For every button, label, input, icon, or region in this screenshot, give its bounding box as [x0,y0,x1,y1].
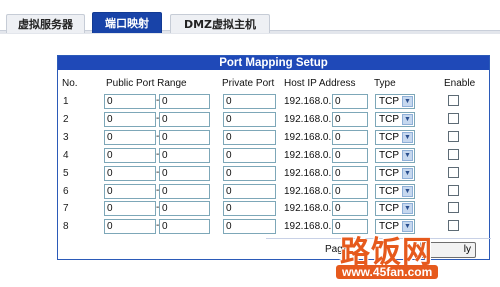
private-port-input[interactable]: 0 [223,111,276,127]
type-select-value: TCP [379,167,399,179]
header-type: Type [374,78,396,89]
type-select-value: TCP [379,203,399,215]
public-port-start-input[interactable]: 0 [104,201,156,217]
tab-dmz-host[interactable]: DMZ虚拟主机 [170,14,270,33]
table-row: 4 0-0 0 192.168.0. 0 TCP ▼ [58,147,489,166]
header-no: No. [62,78,78,89]
host-ip-prefix: 192.168.0. [284,221,332,233]
type-select-value: TCP [379,96,399,107]
host-ip-prefix: 192.168.0. [284,131,332,143]
private-port-input[interactable]: 0 [223,94,276,109]
host-ip-prefix: 192.168.0. [284,149,332,161]
private-port-input[interactable]: 0 [223,219,276,235]
public-port-end-input[interactable]: 0 [159,94,210,109]
header-host-ip: Host IP Address [284,78,356,89]
type-select-value: TCP [379,113,399,125]
table-row: 5 0-0 0 192.168.0. 0 TCP ▼ [58,165,489,184]
chevron-down-icon: ▼ [402,149,413,161]
tab-port-mapping[interactable]: 端口映射 [92,12,162,33]
table-row: 1 0-0 0 192.168.0. 0 TCP ▼ [58,94,489,112]
public-port-end-input[interactable]: 0 [159,219,210,235]
public-port-start-input[interactable]: 0 [104,183,156,199]
public-port-end-input[interactable]: 0 [159,129,210,145]
public-port-start-input[interactable]: 0 [104,111,156,127]
enable-checkbox[interactable] [448,202,459,214]
type-select[interactable]: TCP ▼ [375,183,415,199]
table-row: 6 0-0 0 192.168.0. 0 TCP ▼ [58,183,489,202]
host-ip-prefix: 192.168.0. [284,203,332,215]
chevron-down-icon: ▼ [402,185,413,197]
enable-checkbox[interactable] [448,112,459,124]
private-port-input[interactable]: 0 [223,201,276,217]
header-enable: Enable [444,78,476,89]
watermark-logo: 路饭网 www.45fan.com [330,227,485,285]
type-select[interactable]: TCP ▼ [375,94,415,109]
type-select[interactable]: TCP ▼ [375,129,415,145]
watermark-url: www.45fan.com [336,265,439,279]
public-port-end-input[interactable]: 0 [159,111,210,127]
type-select[interactable]: TCP ▼ [375,201,415,217]
private-port-input[interactable]: 0 [223,129,276,145]
tab-virtual-server[interactable]: 虚拟服务器 [6,14,85,33]
host-ip-last-octet-input[interactable]: 0 [332,147,368,163]
table-row: 7 0-0 0 192.168.0. 0 TCP ▼ [58,201,489,219]
type-select-value: TCP [379,185,399,197]
chevron-down-icon: ▼ [402,203,413,215]
public-port-end-input[interactable]: 0 [159,183,210,199]
row-number: 5 [63,167,69,179]
host-ip-prefix: 192.168.0. [284,96,332,107]
type-select[interactable]: TCP ▼ [375,147,415,163]
tab-bar: 虚拟服务器 端口映射 DMZ虚拟主机 [0,12,500,34]
type-select[interactable]: TCP ▼ [375,165,415,181]
host-ip-prefix: 192.168.0. [284,185,332,197]
row-number: 2 [63,113,69,125]
public-port-start-input[interactable]: 0 [104,147,156,163]
public-port-start-input[interactable]: 0 [104,129,156,145]
public-port-end-input[interactable]: 0 [159,201,210,217]
host-ip-last-octet-input[interactable]: 0 [332,201,368,217]
public-port-start-input[interactable]: 0 [104,165,156,181]
header-private-port: Private Port [222,78,275,89]
public-port-start-input[interactable]: 0 [104,94,156,109]
row-number: 8 [63,221,69,233]
host-ip-last-octet-input[interactable]: 0 [332,111,368,127]
enable-checkbox[interactable] [448,130,459,142]
enable-checkbox[interactable] [448,148,459,160]
panel-title: Port Mapping Setup [58,56,489,70]
host-ip-last-octet-input[interactable]: 0 [332,94,368,109]
host-ip-last-octet-input[interactable]: 0 [332,183,368,199]
chevron-down-icon: ▼ [402,131,413,143]
host-ip-prefix: 192.168.0. [284,113,332,125]
header-public-port-range: Public Port Range [106,78,187,89]
chevron-down-icon: ▼ [402,96,413,107]
row-number: 1 [63,96,69,107]
enable-checkbox[interactable] [448,95,459,106]
enable-checkbox[interactable] [448,166,459,178]
row-number: 3 [63,131,69,143]
row-number: 7 [63,203,69,215]
table-row: 2 0-0 0 192.168.0. 0 TCP ▼ [58,111,489,130]
chevron-down-icon: ▼ [402,167,413,179]
type-select[interactable]: TCP ▼ [375,111,415,127]
private-port-input[interactable]: 0 [223,183,276,199]
enable-checkbox[interactable] [448,184,459,196]
row-number: 4 [63,149,69,161]
private-port-input[interactable]: 0 [223,147,276,163]
table-row: 3 0-0 0 192.168.0. 0 TCP ▼ [58,129,489,148]
public-port-start-input[interactable]: 0 [104,219,156,235]
private-port-input[interactable]: 0 [223,165,276,181]
type-select-value: TCP [379,131,399,143]
public-port-end-input[interactable]: 0 [159,147,210,163]
row-number: 6 [63,185,69,197]
type-select-value: TCP [379,149,399,161]
host-ip-last-octet-input[interactable]: 0 [332,165,368,181]
chevron-down-icon: ▼ [402,113,413,125]
host-ip-prefix: 192.168.0. [284,167,332,179]
host-ip-last-octet-input[interactable]: 0 [332,129,368,145]
public-port-end-input[interactable]: 0 [159,165,210,181]
